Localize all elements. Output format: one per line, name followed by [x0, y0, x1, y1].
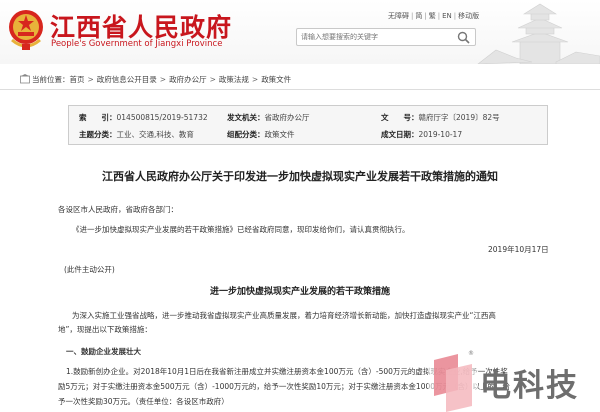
intro-line-2: 地”，现提出以下政策措施：	[58, 325, 152, 334]
breadcrumb-policy-docs[interactable]: 政策文件	[261, 75, 291, 84]
watermark-logo: ® 电科技	[428, 350, 600, 412]
site-header: 江西省人民政府 People's Government of Jiangxi P…	[0, 0, 600, 64]
national-emblem-icon[interactable]	[7, 8, 45, 52]
policy-subtitle: 进一步加快虚拟现实产业发展的若干政策措施	[209, 287, 390, 297]
breadcrumb-separator: >	[251, 75, 259, 84]
breadcrumb-general-office[interactable]: 政府办公厅	[169, 75, 207, 84]
body-paragraph: 《进一步加快虚拟现实产业发展的若干政策措施》已经省政府同意，现印发给你们，请认真…	[72, 225, 410, 234]
top-links: 无障碍 | 简 | 繁 | EN | 移动版	[388, 11, 479, 21]
document-meta-table: 索 引：014500815/2019-51732 发文机关：省政府办公厅 文 号…	[68, 105, 548, 145]
meta-issuer: 发文机关：省政府办公厅	[227, 113, 310, 122]
intro-line-1: 为深入实施工业强省战略，进一步推动我省虚拟现实产业高质量发展，着力培育经济增长新…	[72, 311, 496, 320]
simplified-link[interactable]: 简	[415, 12, 422, 20]
search-icon[interactable]	[457, 31, 470, 44]
document-title: 江西省人民政府办公厅关于印发进一步加快虚拟现实产业发展若干政策措施的通知	[102, 170, 498, 183]
meta-date: 成文日期：2019-10-17	[381, 130, 463, 139]
breadcrumb-label: 当前位置：	[32, 75, 70, 84]
divider: |	[424, 12, 427, 20]
divider: |	[437, 12, 441, 20]
search-box	[296, 28, 476, 46]
breadcrumb-separator: >	[87, 75, 94, 84]
item-line-3: 予一次性奖励30万元。（责任单位：各设区市政府）	[58, 397, 229, 406]
english-link[interactable]: EN	[442, 12, 452, 20]
divider: |	[453, 12, 457, 20]
breadcrumb-info-catalog[interactable]: 政府信息公开目录	[97, 75, 157, 84]
search-input[interactable]	[301, 30, 451, 44]
watermark-text: 电科技	[480, 368, 579, 404]
traditional-link[interactable]: 繁	[429, 12, 436, 20]
pavilion-illustration	[477, 3, 600, 64]
accessibility-link[interactable]: 无障碍	[388, 12, 409, 20]
document-date: 2019年10月17日	[488, 245, 549, 254]
brand-mark-icon	[428, 350, 478, 412]
breadcrumb-home[interactable]: 首页	[70, 75, 85, 84]
divider: |	[411, 12, 414, 20]
public-note: (此件主动公开)	[64, 265, 115, 274]
salutation: 各设区市人民政府，省政府各部门：	[58, 205, 178, 214]
breadcrumb: 当前位置：首页 > 政府信息公开目录 > 政府办公厅 > 政策法规 > 政策文件	[32, 74, 291, 85]
breadcrumb-separator: >	[209, 75, 216, 84]
breadcrumb-separator: >	[159, 75, 167, 84]
breadcrumb-policies[interactable]: 政策法规	[219, 75, 249, 84]
meta-index: 索 引：014500815/2019-51732	[79, 113, 208, 122]
location-icon	[20, 74, 30, 84]
registered-mark: ®	[468, 350, 474, 357]
meta-topic: 主题分类：工业、交通,科技、教育	[79, 130, 194, 139]
breadcrumb-bar: 当前位置：首页 > 政府信息公开目录 > 政府办公厅 > 政策法规 > 政策文件	[0, 68, 600, 90]
site-subtitle: People's Government of Jiangxi Province	[51, 39, 223, 49]
meta-form: 组配分类：政策文件	[227, 130, 295, 139]
meta-docno: 文 号：赣府厅字〔2019〕82号	[381, 113, 500, 122]
section-heading: 一、鼓励企业发展壮大	[66, 347, 141, 356]
